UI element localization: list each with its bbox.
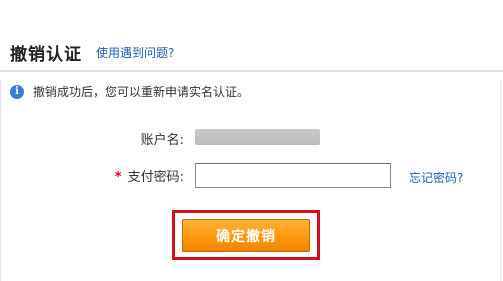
info-message-text: 撤销成功后，您可以重新申请实名认证。	[33, 85, 250, 99]
info-message: i 撤销成功后，您可以重新申请实名认证。	[10, 83, 249, 100]
account-name-value	[195, 129, 320, 145]
password-label: * 支付密码:	[96, 166, 184, 185]
password-label-text: 支付密码:	[127, 170, 184, 185]
page-title: 撤销认证	[10, 45, 82, 65]
account-label: 账户名:	[140, 133, 184, 148]
page-header: 撤销认证 使用遇到问题?	[0, 0, 503, 72]
panel-right-border	[500, 80, 501, 281]
header-divider	[0, 70, 503, 72]
panel-left-border	[0, 80, 1, 281]
confirm-revoke-button[interactable]: 确定撤销	[182, 219, 310, 252]
forgot-password-link[interactable]: 忘记密码?	[409, 169, 463, 186]
required-mark: *	[114, 170, 122, 185]
payment-password-input[interactable]	[195, 163, 391, 188]
help-link[interactable]: 使用遇到问题?	[96, 44, 174, 61]
info-icon: i	[10, 84, 24, 99]
